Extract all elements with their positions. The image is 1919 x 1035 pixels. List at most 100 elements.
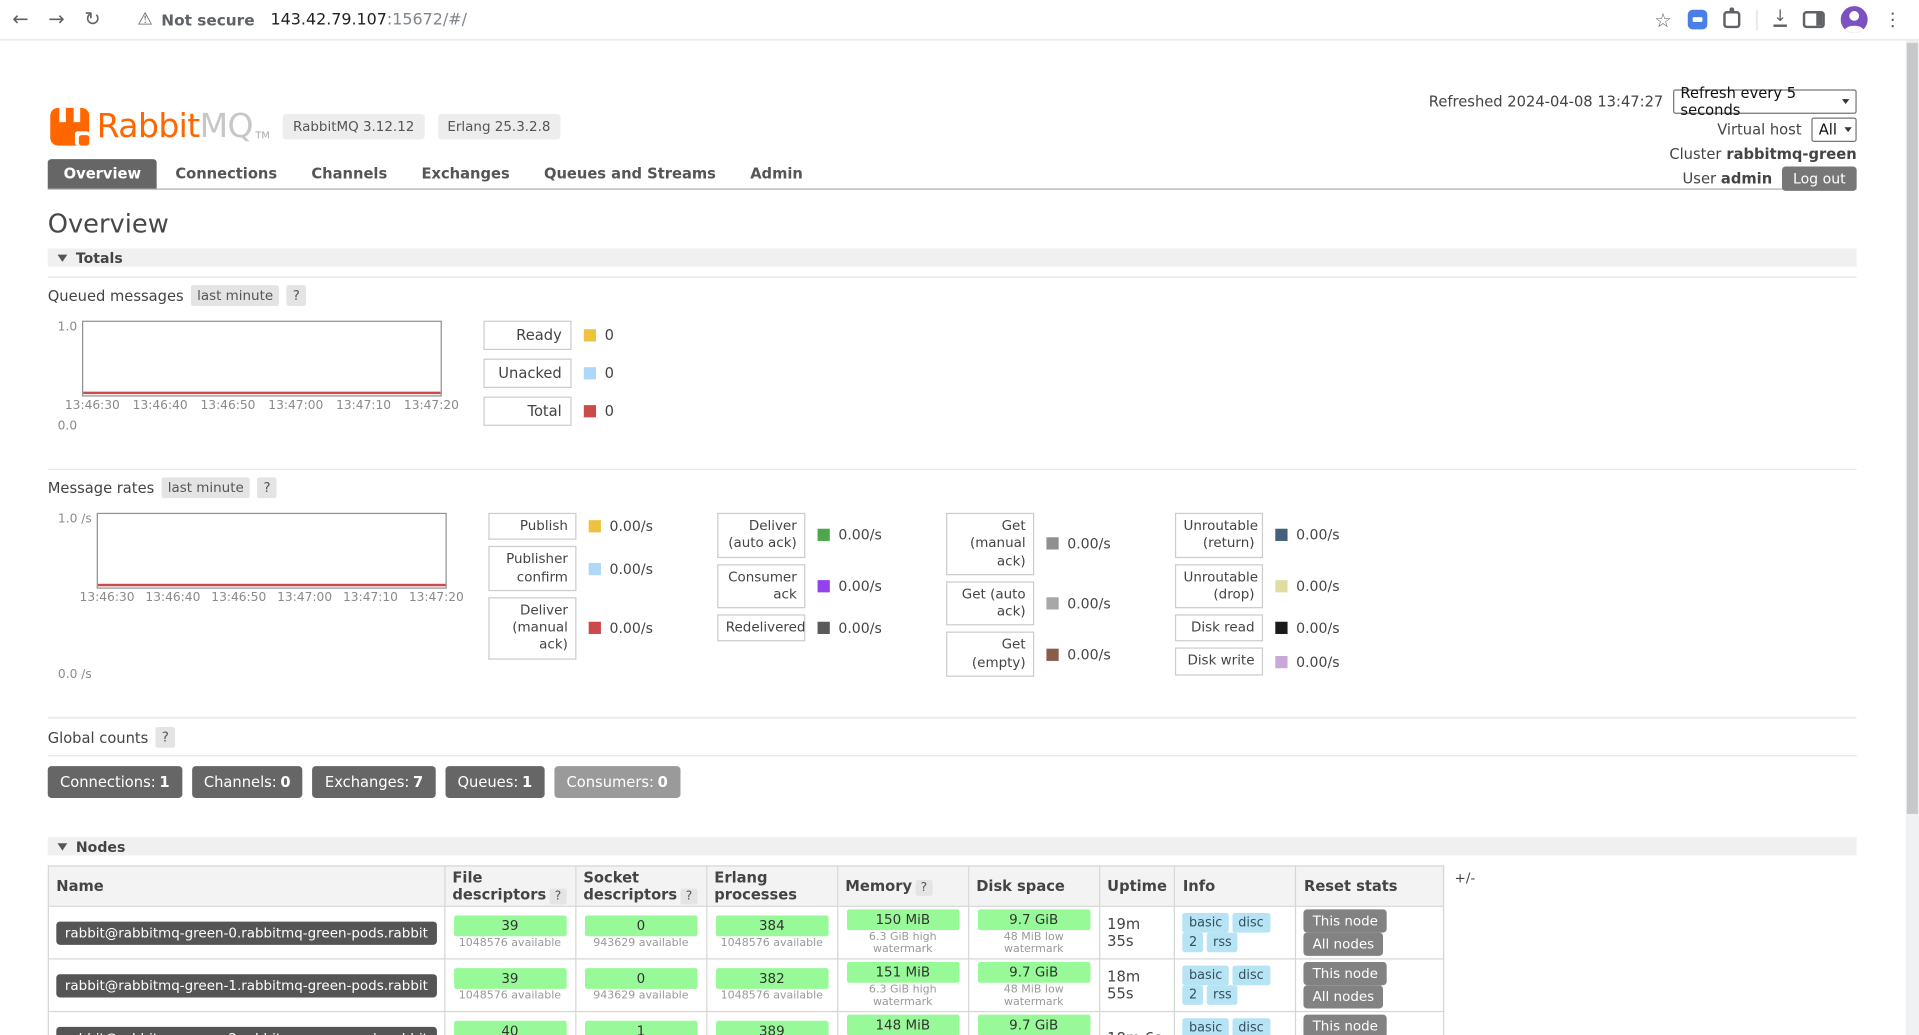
- memory-gauge: 148 MiB: [846, 1015, 959, 1035]
- disk-gauge: 9.7 GiB: [977, 962, 1090, 983]
- time-range-badge[interactable]: last minute: [191, 285, 279, 306]
- global-counts-title: Global counts: [48, 729, 149, 746]
- nodes-section-header[interactable]: Nodes: [48, 837, 1857, 855]
- reset-this-node-button[interactable]: This node: [1304, 909, 1387, 932]
- back-icon[interactable]: ←: [12, 10, 28, 30]
- refresh-interval-select[interactable]: Refresh every 5 seconds: [1673, 89, 1857, 113]
- column-toggle-link[interactable]: +/-: [1455, 870, 1476, 886]
- series-swatch-icon: [584, 405, 596, 417]
- user-label: User: [1683, 170, 1716, 187]
- bookmark-star-icon[interactable]: ☆: [1654, 8, 1672, 31]
- tab-channels[interactable]: Channels: [295, 159, 403, 188]
- series-swatch-icon: [1275, 622, 1287, 634]
- url-text[interactable]: 143.42.79.107:15672/#/: [271, 10, 467, 28]
- legend-column-4: Unroutable (return) 0.00/s Unroutable (d…: [1175, 513, 1404, 683]
- reset-all-nodes-button[interactable]: All nodes: [1304, 985, 1383, 1008]
- logout-button[interactable]: Log out: [1782, 166, 1857, 190]
- col-memory: Memory?: [837, 866, 968, 906]
- nodes-section-title: Nodes: [76, 838, 125, 855]
- refresh-icon[interactable]: ↻: [84, 10, 100, 30]
- col-file-descriptors: File descriptors?: [444, 866, 575, 906]
- series-swatch-icon: [1046, 538, 1058, 550]
- global-counts-badges: Connections:1 Channels:0 Exchanges:7 Que…: [48, 755, 1857, 798]
- col-info: Info: [1175, 866, 1296, 906]
- info-tag: 2: [1183, 985, 1203, 1005]
- proc-gauge: 384: [716, 916, 829, 937]
- scrollbar-thumb[interactable]: [1907, 43, 1918, 814]
- channels-count-badge[interactable]: Channels:0: [192, 766, 303, 798]
- legend-row: Get (manual ack) 0.00/s: [946, 513, 1175, 575]
- col-uptime: Uptime: [1099, 866, 1175, 906]
- reset-this-node-button[interactable]: This node: [1304, 1015, 1387, 1035]
- url-path: :15672/#/: [387, 10, 467, 28]
- series-swatch-icon: [584, 329, 596, 341]
- header-status-area: Refreshed 2024-04-08 13:47:27 Refresh ev…: [1429, 89, 1857, 191]
- virtual-host-select[interactable]: All: [1811, 117, 1856, 141]
- series-swatch-icon: [1046, 597, 1058, 609]
- page-title: Overview: [48, 209, 1857, 238]
- reset-all-nodes-button[interactable]: All nodes: [1304, 933, 1383, 956]
- disk-gauge: 9.7 GiB: [977, 1015, 1090, 1035]
- info-tag: basic: [1183, 966, 1229, 986]
- help-icon[interactable]: ?: [287, 285, 306, 306]
- tab-queues-and-streams[interactable]: Queues and Streams: [528, 159, 732, 188]
- y-axis-min: 0.0: [58, 420, 77, 433]
- screen: ← → ↻ ⚠ Not secure 143.42.79.107:15672/#…: [0, 0, 1919, 1035]
- info-tag: disc: [1232, 913, 1270, 933]
- fd-gauge: 40: [454, 1021, 567, 1035]
- col-name: Name: [48, 866, 444, 906]
- browser-menu-icon[interactable]: ⋮: [1884, 9, 1902, 31]
- logo-tm: TM: [255, 129, 269, 140]
- help-icon[interactable]: ?: [550, 889, 566, 905]
- help-icon[interactable]: ?: [916, 880, 932, 896]
- info-cell: basicdisc2rss: [1175, 1012, 1296, 1035]
- info-tag: basic: [1183, 913, 1229, 933]
- url-host: 143.42.79.107: [271, 10, 387, 28]
- info-cell: basicdisc2rss: [1175, 959, 1296, 1012]
- time-range-badge[interactable]: last minute: [162, 477, 250, 498]
- extensions-puzzle-icon[interactable]: [1723, 11, 1740, 28]
- toolbar-divider: [1756, 9, 1757, 30]
- downloads-icon[interactable]: ↓: [1773, 12, 1786, 27]
- exchanges-count-badge[interactable]: Exchanges:7: [313, 766, 436, 798]
- reset-this-node-button[interactable]: This node: [1304, 962, 1387, 985]
- extension-icon[interactable]: [1688, 10, 1708, 30]
- consumers-count-badge[interactable]: Consumers:0: [554, 766, 680, 798]
- legend-row: Unroutable (return) 0.00/s: [1175, 513, 1404, 558]
- info-tag: rss: [1207, 985, 1238, 1005]
- message-rates-block: Message rates last minute ? 1.0 /s 0.0 /…: [48, 469, 1857, 708]
- message-rates-chart: 1.0 /s 0.0 /s 13:46:3013:46:4013:46:5013…: [48, 513, 447, 683]
- series-line-total: [83, 392, 440, 394]
- proc-gauge: 382: [716, 968, 829, 989]
- node-name-badge: rabbit@rabbitmq-green-0.rabbitmq-green-p…: [56, 921, 436, 944]
- page-scrollbar[interactable]: [1906, 40, 1919, 1035]
- sd-gauge: 1: [585, 1021, 698, 1035]
- tab-exchanges[interactable]: Exchanges: [406, 159, 526, 188]
- queues-count-badge[interactable]: Queues:1: [445, 766, 544, 798]
- address-bar[interactable]: ⚠ Not secure 143.42.79.107:15672/#/: [120, 10, 1634, 30]
- help-icon[interactable]: ?: [156, 727, 175, 748]
- x-axis-labels: 13:46:3013:46:4013:46:5013:47:0013:47:10…: [65, 399, 459, 412]
- security-label[interactable]: Not secure: [161, 10, 254, 28]
- info-cell: basicdisc2rss: [1175, 906, 1296, 959]
- help-icon[interactable]: ?: [681, 889, 697, 905]
- help-icon[interactable]: ?: [257, 477, 276, 498]
- connections-count-badge[interactable]: Connections:1: [48, 766, 182, 798]
- chart-plot-area: [82, 321, 442, 397]
- info-tag: disc: [1232, 1018, 1270, 1035]
- legend-column-3: Get (manual ack) 0.00/s Get (auto ack) 0…: [946, 513, 1175, 683]
- uptime-cell: 18m 55s: [1099, 959, 1175, 1012]
- cluster-label: Cluster: [1669, 146, 1721, 163]
- table-row: rabbit@rabbitmq-green-0.rabbitmq-green-p…: [48, 906, 1444, 959]
- tab-overview[interactable]: Overview: [48, 159, 157, 188]
- chevron-down-icon: [1844, 127, 1851, 132]
- totals-section-header[interactable]: Totals: [48, 248, 1857, 266]
- browser-toolbar-icons: ☆ ↓ ⋮: [1654, 6, 1902, 33]
- series-swatch-icon: [818, 580, 830, 592]
- side-panel-icon[interactable]: [1803, 11, 1825, 28]
- proc-gauge: 389: [716, 1021, 829, 1035]
- profile-avatar[interactable]: [1841, 6, 1868, 33]
- tab-admin[interactable]: Admin: [734, 159, 819, 188]
- forward-icon[interactable]: →: [48, 10, 64, 30]
- tab-connections[interactable]: Connections: [159, 159, 293, 188]
